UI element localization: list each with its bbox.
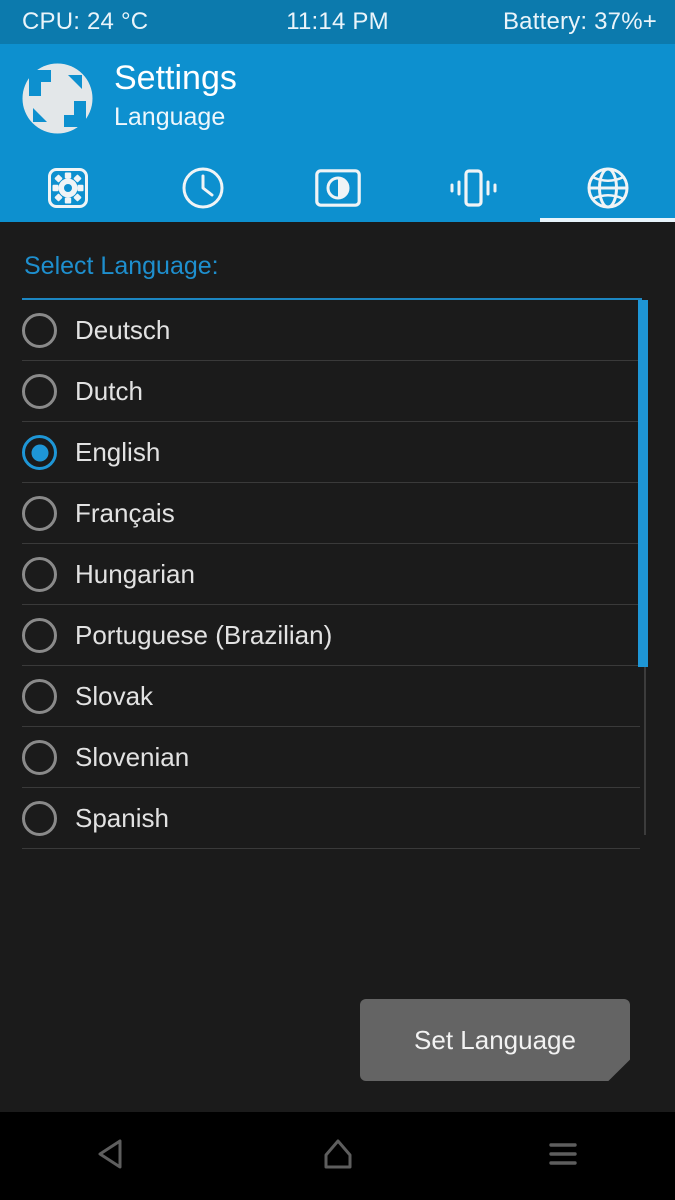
brightness-icon [314,169,361,207]
page-title: Settings [114,59,237,97]
list-scrollbar-thumb[interactable] [638,300,648,667]
cpu-temperature-text: CPU: 24 °C [22,8,149,35]
radio-button[interactable] [22,374,57,409]
language-label: Spanish [75,803,169,833]
language-label: Dutch [75,376,143,406]
radio-button[interactable] [22,313,57,348]
language-list[interactable]: Deutsch Dutch English Français Hungarian Port… [0,300,675,849]
globe-icon [586,166,630,210]
language-label: Portuguese (Brazilian) [75,620,333,650]
radio-button[interactable] [22,740,57,775]
language-row[interactable]: Spanish [0,788,675,849]
section-label: Select Language: [24,252,219,280]
radio-button[interactable] [22,557,57,592]
language-label: Français [75,498,175,528]
tab-brightness[interactable] [270,154,405,222]
status-bar: CPU: 24 °C 11:14 PM Battery: 37%+ [0,0,675,44]
page-subtitle: Language [114,103,226,131]
tab-bar [0,154,675,222]
language-row[interactable]: Français [0,483,675,544]
tab-general[interactable] [0,154,135,222]
radio-button[interactable] [22,801,57,836]
language-row[interactable]: Dutch [0,361,675,422]
content-panel: Select Language: Deutsch Dutch English Fran… [0,222,675,1112]
tab-time[interactable] [135,154,270,222]
vibration-icon [447,166,499,210]
language-label: English [75,437,161,467]
menu-hamburger-icon [543,1134,583,1179]
gear-icon [47,168,88,208]
battery-status-text: Battery: 37%+ [502,8,657,35]
home-pentagon-icon [318,1134,358,1179]
radio-button[interactable] [22,618,57,653]
radio-button[interactable] [22,435,57,470]
header-title-group: Settings Language [114,58,237,133]
back-triangle-icon [93,1134,133,1179]
language-row[interactable]: Portuguese (Brazilian) [0,605,675,666]
system-navigation-bar [0,1112,675,1200]
language-row[interactable]: Slovenian [0,727,675,788]
radio-button[interactable] [22,496,57,531]
language-label: Slovak [75,681,154,711]
nav-menu-button[interactable] [450,1112,675,1200]
tab-language[interactable] [540,154,675,222]
nav-home-button[interactable] [225,1112,450,1200]
set-language-button[interactable]: Set Language [360,999,630,1081]
radio-button[interactable] [22,679,57,714]
language-row[interactable]: English [0,422,675,483]
clock-text: 11:14 PM [286,8,389,35]
language-row[interactable]: Hungarian [0,544,675,605]
language-label: Hungarian [75,559,195,589]
language-label: Slovenian [75,742,190,772]
app-header: Settings Language [0,44,675,154]
language-label: Deutsch [75,315,171,345]
nav-back-button[interactable] [0,1112,225,1200]
device-screen: CPU: 24 °C 11:14 PM Battery: 37%+ Settin… [0,0,675,1200]
clock-icon [181,166,225,210]
language-row[interactable]: Deutsch [0,300,675,361]
language-row[interactable]: Slovak [0,666,675,727]
tab-vibration[interactable] [405,154,540,222]
twrp-logo-icon [21,62,94,135]
